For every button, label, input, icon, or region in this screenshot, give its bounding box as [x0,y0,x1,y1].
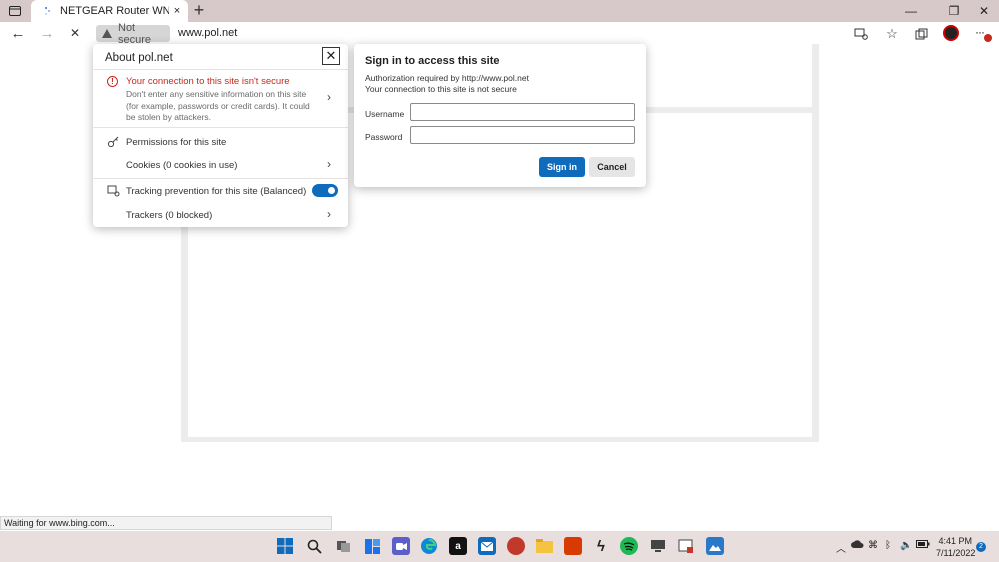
insecure-connection-text: Don't enter any sensitive information on… [126,89,310,122]
password-label: Password [365,132,403,142]
not-secure-button[interactable]: Not secure [96,22,170,46]
battery-icon[interactable] [916,540,930,551]
chevron-right-icon[interactable]: › [327,157,331,171]
stop-loading-button[interactable]: ✕ [64,24,86,42]
mail-icon[interactable] [478,537,496,555]
warning-icon [102,29,112,38]
bluetooth-icon[interactable]: ᛒ [885,540,891,551]
tracking-prevention-label: Tracking prevention for this site (Balan… [126,186,307,197]
loading-icon [41,6,51,16]
browser-tab[interactable]: NETGEAR Router WNDR4500v3 × [31,0,188,22]
tab-close-button[interactable]: × [169,5,185,17]
favorites-icon[interactable]: ☆ [882,25,902,43]
chevron-right-icon[interactable]: › [327,207,331,221]
edge-icon[interactable] [420,537,438,555]
back-button[interactable]: ← [7,24,29,42]
clock-time: 4:41 PM [938,536,972,546]
start-icon[interactable] [276,537,294,555]
clock-date: 7/11/2022 [936,548,976,558]
divider [93,178,348,179]
site-info-popup: About pol.net ✕ ! Your connection to thi… [93,44,348,227]
close-window-button[interactable]: ✕ [969,0,999,22]
more-icon[interactable]: ··· [975,25,985,39]
new-tab-button[interactable]: + [190,1,208,21]
maximize-button[interactable]: ❐ [939,0,969,22]
amazon-icon[interactable]: a [449,537,467,555]
trackers-row[interactable]: Trackers (0 blocked) [126,210,212,221]
network-status-icon[interactable]: ⌘ [868,540,878,551]
password-field[interactable] [410,126,635,144]
title-bar: NETGEAR Router WNDR4500v3 × + — ❐ ✕ [0,0,999,22]
status-bar: Waiting for www.bing.com... [0,516,332,530]
collections-icon[interactable] [911,25,931,43]
dialog-title: Sign in to access this site [365,55,500,67]
cancel-button[interactable]: Cancel [589,157,635,177]
key-icon [107,136,119,151]
photos-icon[interactable] [706,537,724,555]
address-bar: ← → ✕ Not secure www.pol.net ☆ ··· [0,22,999,46]
insecure-connection-title[interactable]: Your connection to this site isn't secur… [126,76,290,87]
tab-title: NETGEAR Router WNDR4500v3 [60,5,169,17]
popup-title: About pol.net [105,52,173,64]
tracking-prevention-toggle[interactable] [312,184,338,197]
permissions-label: Permissions for this site [126,137,227,148]
username-label: Username [365,109,405,119]
forward-button[interactable]: → [36,24,58,42]
search-icon[interactable] [305,537,323,555]
onedrive-icon[interactable] [851,540,864,551]
insecure-text: Your connection to this site is not secu… [365,84,517,94]
app-red-icon[interactable] [507,537,525,555]
taskbar: a ϟ ︿ ⌘ ᛒ 🔈 4:41 PM 7/11/2022 2 [0,531,999,562]
auth-required-text: Authorization required by http://www.pol… [365,73,529,83]
username-field[interactable] [410,103,635,121]
security-label: Not secure [118,21,152,46]
notification-badge [984,34,992,42]
file-explorer-icon[interactable] [535,537,553,555]
app-s-icon[interactable]: ϟ [592,537,610,555]
divider [93,69,348,70]
minimize-button[interactable]: — [896,0,926,22]
spotify-icon[interactable] [620,537,638,555]
tracking-icon[interactable] [851,25,871,43]
cookies-row[interactable]: Cookies (0 cookies in use) [126,160,237,171]
chevron-up-icon[interactable]: ︿ [836,540,846,555]
profile-avatar[interactable] [943,25,959,41]
sign-in-button[interactable]: Sign in [539,157,585,177]
tab-actions-icon[interactable] [5,3,25,19]
tracking-prevention-icon [107,185,120,200]
url-field[interactable]: www.pol.net [178,27,237,39]
clock[interactable]: 4:41 PM 7/11/2022 [936,535,976,559]
teams-chat-icon[interactable] [392,537,410,555]
widgets-icon[interactable] [363,537,381,555]
task-view-icon[interactable] [334,537,352,555]
remote-desktop-icon[interactable] [649,537,667,555]
office-icon[interactable] [564,537,582,555]
chevron-right-icon[interactable]: › [327,90,331,104]
divider [93,127,348,128]
notification-count-badge[interactable]: 2 [976,542,986,552]
volume-icon[interactable]: 🔈 [900,540,912,551]
alert-icon: ! [107,76,118,87]
sign-in-dialog: Sign in to access this site Authorizatio… [354,44,646,187]
close-icon[interactable]: ✕ [322,47,340,65]
app-8-icon[interactable] [677,537,695,555]
